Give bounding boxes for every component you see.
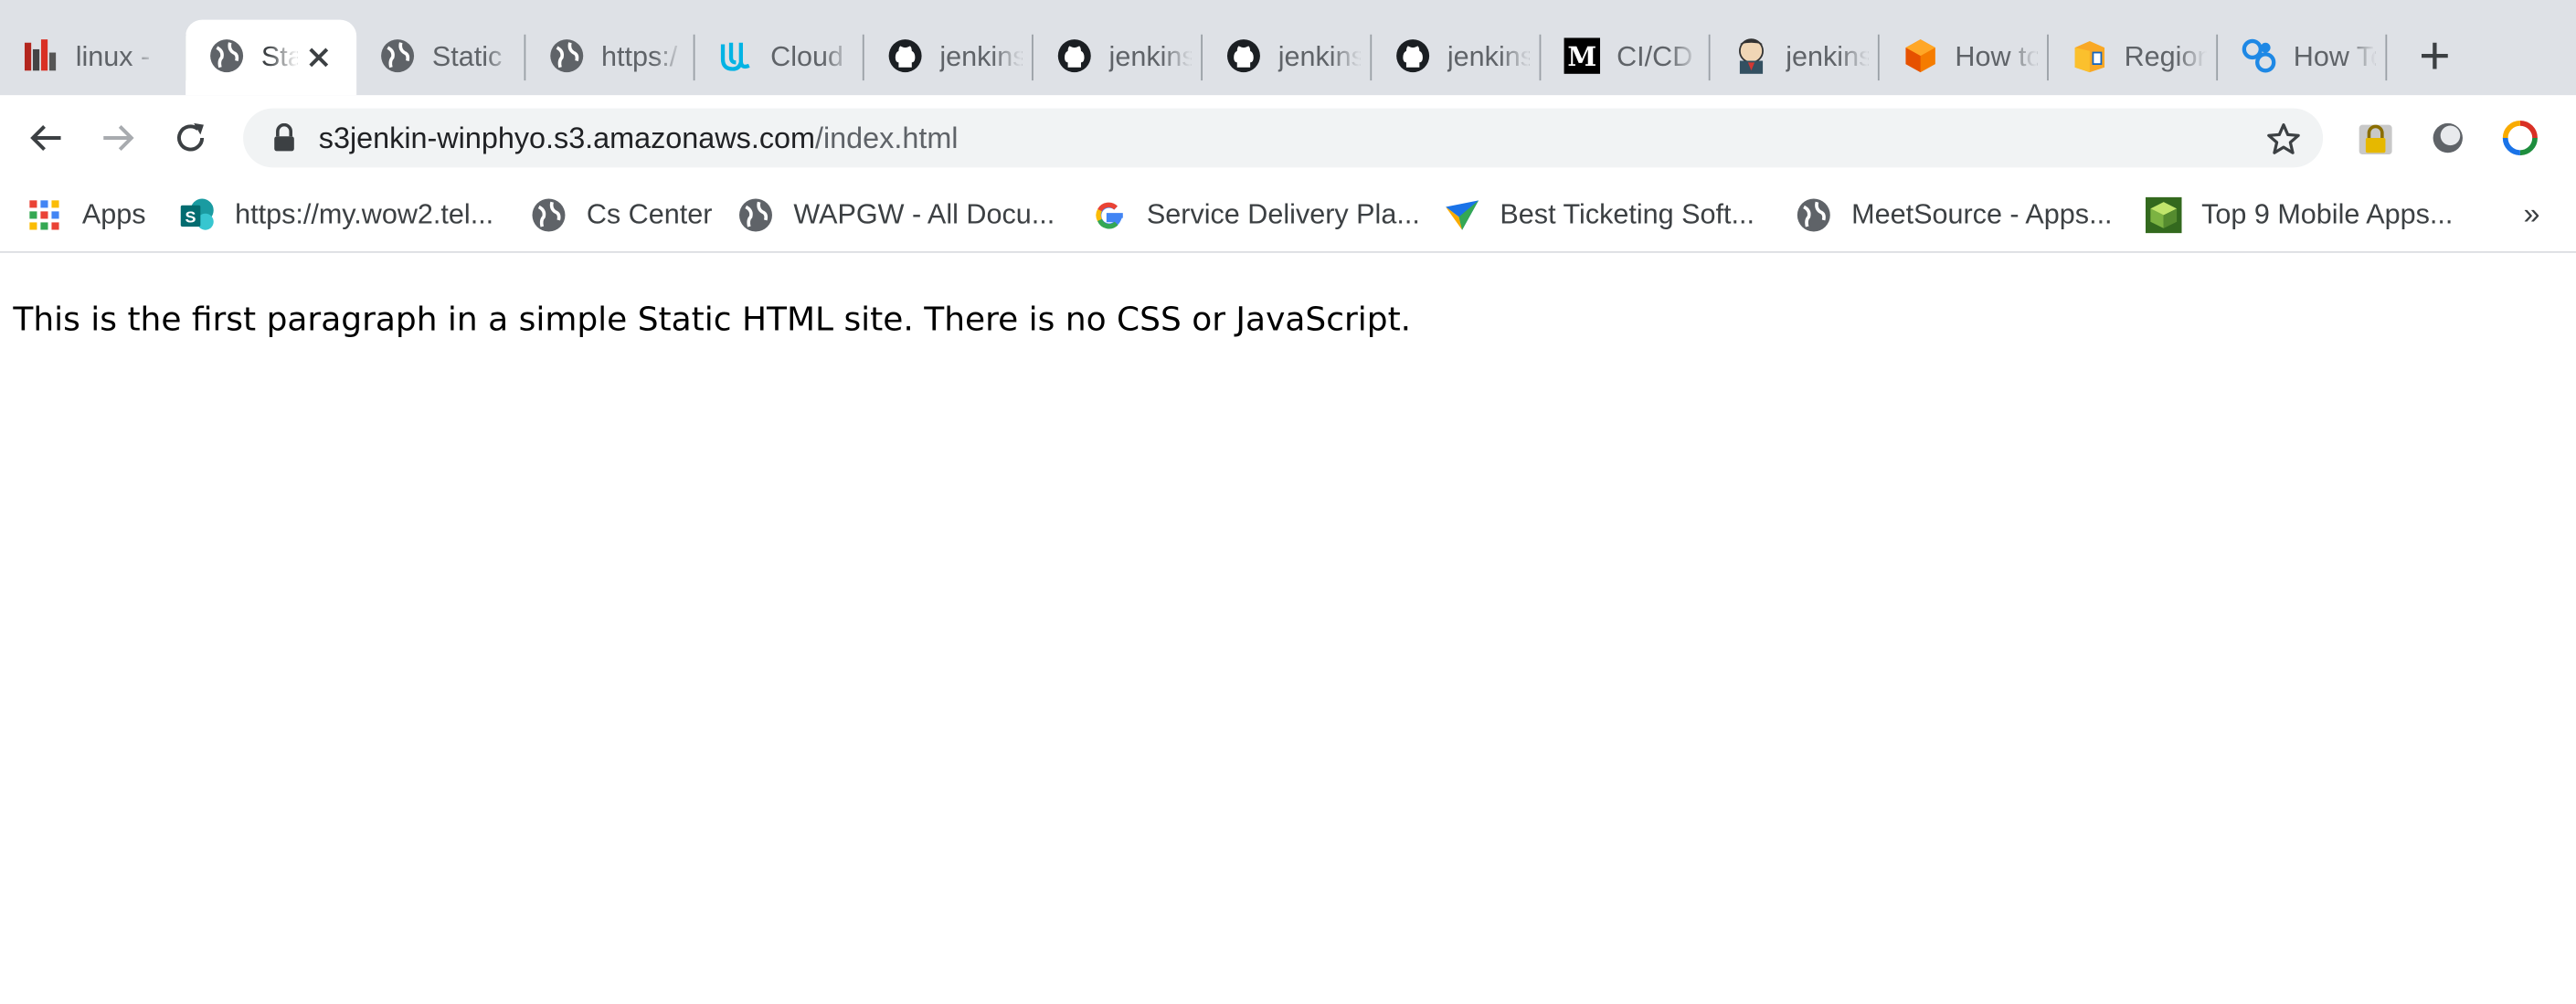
tab-strip: linux - Sta Static https:/ <box>0 0 2576 96</box>
tab-cloud[interactable]: Cloud <box>694 20 864 96</box>
bookmark-top-9-mobile-apps[interactable]: Top 9 Mobile Apps... <box>2145 191 2454 240</box>
bookmark-label: Best Ticketing Soft... <box>1500 198 1755 230</box>
lock-icon[interactable] <box>272 122 295 161</box>
reload-icon[interactable] <box>167 115 213 161</box>
medium-icon: M <box>1564 37 1601 74</box>
github-icon <box>1225 37 1262 74</box>
address-bar[interactable]: s3jenkin-winphyo.s3.amazonaws.com/index.… <box>243 108 2324 168</box>
tab-static-active[interactable]: Sta <box>186 19 357 96</box>
sharepoint-icon: S <box>179 197 216 234</box>
tab-title: https:/ <box>601 39 684 76</box>
tab-title: jenkins <box>1786 39 1869 76</box>
github-icon <box>1056 37 1093 74</box>
tab-cicd[interactable]: M CI/CD <box>1541 20 1711 96</box>
tab-title: CI/CD <box>1617 39 1699 76</box>
globe-icon <box>379 37 416 74</box>
circle-extension-icon[interactable] <box>2428 118 2467 157</box>
tab-github-3[interactable]: jenkins <box>1203 20 1373 96</box>
package-icon <box>2072 37 2108 74</box>
tab-title: linux - <box>76 39 158 76</box>
tab-github-2[interactable]: jenkins <box>1034 20 1203 96</box>
bookmark-apps[interactable]: Apps <box>27 191 146 240</box>
tab-github-4[interactable]: jenkins <box>1372 20 1542 96</box>
bookmark-wapgw[interactable]: WAPGW - All Docu... <box>737 191 1055 240</box>
jenkins-icon <box>1733 37 1770 74</box>
tab-jenkins[interactable]: jenkins <box>1711 20 1880 96</box>
bookmark-label: Top 9 Mobile Apps... <box>2201 198 2454 230</box>
udacity-icon <box>718 37 755 74</box>
tab-title: Cloud <box>770 39 853 76</box>
svg-text:S: S <box>186 208 196 227</box>
url-text[interactable]: s3jenkin-winphyo.s3.amazonaws.com/index.… <box>319 120 959 156</box>
bookmark-label: MeetSource - Apps... <box>1851 198 2113 230</box>
bookmark-wow2[interactable]: S https://my.wow2.tel... <box>179 191 493 240</box>
url-path: /index.html <box>815 122 959 154</box>
tab-how-to-1[interactable]: How to <box>1880 20 2049 96</box>
google-icon <box>1091 197 1128 234</box>
box-icon <box>1903 37 1939 74</box>
tab-github-1[interactable]: jenkins <box>864 20 1034 96</box>
bookmark-service-delivery[interactable]: Service Delivery Pla... <box>1091 191 1420 240</box>
bookmark-meetsource[interactable]: MeetSource - Apps... <box>1796 191 2113 240</box>
bookmark-label: https://my.wow2.tel... <box>235 198 494 230</box>
tab-title: Region <box>2125 39 2207 76</box>
apps-grid-icon <box>27 197 63 234</box>
lock-extension-icon[interactable] <box>2356 118 2395 157</box>
tab-separator <box>2385 34 2388 81</box>
github-icon <box>887 37 924 74</box>
bookmarks-bar: Apps S https://my.wow2.tel... Cs Center … <box>0 180 2576 253</box>
globe-icon <box>548 37 585 74</box>
globe-icon <box>208 37 245 74</box>
github-icon <box>1394 37 1431 74</box>
new-tab-icon[interactable] <box>2412 33 2457 79</box>
tab-title: Static <box>432 39 514 76</box>
ring-extension-icon[interactable] <box>2500 118 2539 157</box>
back-icon[interactable] <box>23 115 69 161</box>
globe-icon <box>1796 197 1832 234</box>
tab-title: Sta <box>261 39 298 76</box>
browser-toolbar: s3jenkin-winphyo.s3.amazonaws.com/index.… <box>0 95 2576 181</box>
bars-icon <box>23 37 59 74</box>
bookmark-label: WAPGW - All Docu... <box>793 198 1055 230</box>
page-paragraph: This is the first paragraph in a simple … <box>13 299 1412 339</box>
tab-title: jenkins <box>939 39 1023 76</box>
globe-icon <box>737 197 774 234</box>
tab-title: How to <box>1955 39 2038 76</box>
green-cube-icon <box>2145 196 2182 234</box>
forward-icon[interactable] <box>95 115 141 161</box>
tab-how-to-2[interactable]: How To <box>2218 20 2388 96</box>
globe-icon <box>531 197 567 234</box>
tab-static[interactable]: Static <box>356 20 526 96</box>
bookmark-cs-center[interactable]: Cs Center <box>531 191 713 240</box>
blue-logo-icon <box>2241 37 2277 74</box>
page-content: This is the first paragraph in a simple … <box>0 252 2576 1004</box>
arrow-logo-icon <box>1444 197 1480 234</box>
tab-title: jenkins <box>1447 39 1530 76</box>
url-host: s3jenkin-winphyo.s3.amazonaws.com <box>318 122 816 154</box>
svg-text:M: M <box>1567 41 1596 72</box>
tab-https[interactable]: https:/ <box>525 20 695 96</box>
tab-linux[interactable]: linux - <box>0 20 187 96</box>
tab-region[interactable]: Region <box>2049 20 2219 96</box>
bookmarks-overflow-chevron[interactable]: » <box>2523 197 2539 232</box>
bookmark-star-icon[interactable] <box>2263 120 2303 159</box>
tab-title: jenkins <box>1278 39 1361 76</box>
bookmark-best-ticketing[interactable]: Best Ticketing Soft... <box>1444 191 1754 240</box>
bookmark-label: Apps <box>81 198 146 230</box>
tab-title: jenkins <box>1109 39 1192 76</box>
bookmark-label: Cs Center <box>586 198 713 230</box>
close-icon[interactable] <box>301 39 337 76</box>
bookmark-label: Service Delivery Pla... <box>1146 198 1420 230</box>
tab-title: How To <box>2294 39 2376 76</box>
